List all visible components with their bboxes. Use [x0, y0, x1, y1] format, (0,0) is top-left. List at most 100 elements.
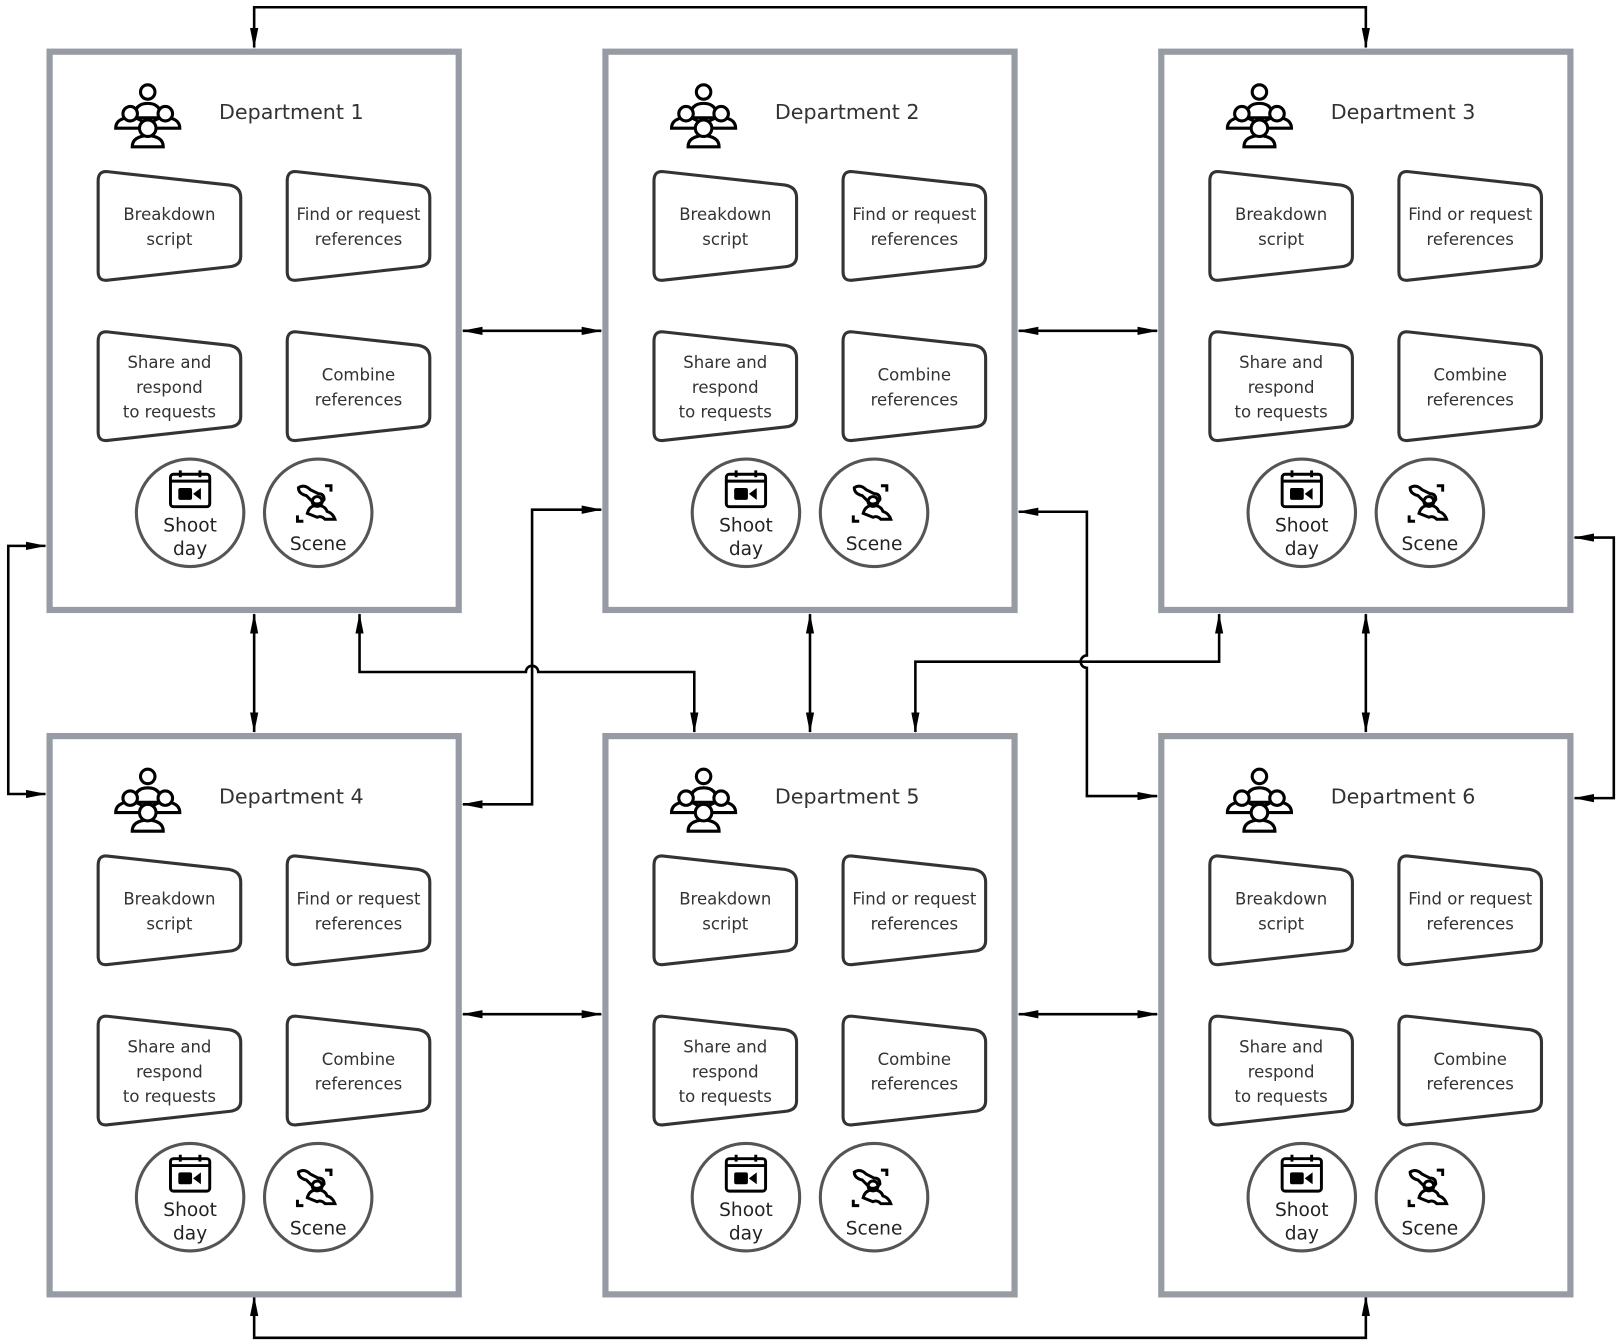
task-label: references — [871, 1075, 958, 1094]
task-label: respond — [136, 1062, 203, 1081]
task-shape — [1397, 330, 1544, 443]
badge-label: Shoot — [719, 1200, 773, 1221]
task-node[interactable]: Combine references — [1397, 330, 1544, 443]
task-label: respond — [692, 1062, 759, 1081]
badge-label: Shoot — [1275, 1200, 1329, 1221]
department-title: Department 4 — [219, 784, 364, 808]
badge-label: day — [1285, 539, 1319, 560]
shoot-day-badge[interactable]: Shoot day — [134, 457, 246, 569]
task-label: script — [146, 914, 193, 933]
task-node[interactable]: Share and respond to requests — [96, 330, 243, 443]
task-label: Share and — [683, 353, 767, 372]
bidirectional-arrow — [6, 541, 47, 799]
task-label: Breakdown — [679, 890, 771, 909]
task-node[interactable]: Breakdown script — [96, 169, 243, 282]
scene-badge[interactable]: Scene — [1374, 457, 1486, 569]
task-node[interactable]: Breakdown script — [652, 854, 799, 967]
task-node[interactable]: Find or request references — [1397, 169, 1544, 282]
task-label: Share and — [683, 1037, 767, 1056]
task-shape — [841, 1014, 988, 1127]
task-node[interactable]: Breakdown script — [1208, 169, 1354, 282]
calendar-video-icon — [724, 1153, 768, 1193]
scene-badge[interactable]: Scene — [262, 457, 374, 569]
department-box: Department 4 Breakdown script Find or reque… — [46, 732, 462, 1298]
scene-badge[interactable]: Scene — [1374, 1141, 1486, 1253]
task-shape — [1208, 854, 1354, 967]
task-label: Combine — [322, 1050, 395, 1069]
scene-badge[interactable]: Scene — [818, 1141, 930, 1253]
shoot-day-badge[interactable]: Shoot day — [690, 457, 802, 569]
task-node[interactable]: Share and respond to requests — [652, 330, 799, 443]
calendar-video-icon — [1280, 1153, 1323, 1193]
task-shape — [841, 854, 988, 967]
task-shape — [285, 854, 432, 967]
task-label: references — [315, 1075, 402, 1094]
task-label: to requests — [1235, 1087, 1328, 1106]
task-node[interactable]: Combine references — [841, 330, 988, 443]
task-label: references — [1426, 1075, 1513, 1094]
badge-label: Scene — [1402, 534, 1459, 555]
task-label: references — [315, 914, 402, 933]
badge-label: Scene — [846, 1218, 903, 1239]
task-label: Breakdown — [123, 205, 215, 224]
task-label: script — [702, 914, 749, 933]
task-node[interactable]: Combine references — [1397, 1014, 1544, 1127]
task-label: references — [1426, 230, 1513, 249]
department-box: Department 6 Breakdown script Find or reque… — [1158, 732, 1574, 1298]
task-label: Share and — [127, 353, 211, 372]
department-title: Department 5 — [775, 784, 920, 808]
task-node[interactable]: Share and respond to requests — [652, 1014, 799, 1127]
task-label: Find or request — [852, 205, 976, 224]
task-node[interactable]: Share and respond to requests — [1208, 330, 1354, 443]
task-node[interactable]: Find or request references — [285, 854, 432, 967]
shoot-day-badge[interactable]: Shoot day — [690, 1141, 802, 1253]
task-node[interactable]: Find or request references — [285, 169, 432, 282]
task-shape — [1208, 169, 1354, 282]
task-shape — [96, 854, 243, 967]
scene-badge[interactable]: Scene — [818, 457, 930, 569]
task-node[interactable]: Find or request references — [841, 169, 988, 282]
scene-badge[interactable]: Scene — [262, 1141, 374, 1253]
task-node[interactable]: Share and respond to requests — [1208, 1014, 1354, 1127]
badge-label: Shoot — [719, 515, 773, 536]
bidirectional-arrow — [250, 5, 1370, 49]
department-box: Department 2 Breakdown script Find or reque… — [602, 48, 1018, 614]
task-node[interactable]: Find or request references — [841, 854, 988, 967]
task-node[interactable]: Combine references — [285, 330, 432, 443]
task-label: references — [315, 390, 402, 409]
calendar-video-icon — [724, 469, 768, 509]
task-node[interactable]: Share and respond to requests — [96, 1014, 243, 1127]
task-node[interactable]: Find or request references — [1397, 854, 1544, 967]
task-label: Breakdown — [123, 890, 215, 909]
task-node[interactable]: Combine references — [285, 1014, 432, 1127]
task-label: respond — [692, 378, 759, 397]
bidirectional-arrow — [911, 613, 1224, 733]
shoot-day-badge[interactable]: Shoot day — [1246, 457, 1358, 569]
bidirectional-arrow — [1017, 507, 1159, 801]
task-label: Combine — [878, 1050, 951, 1069]
task-shape — [285, 169, 432, 282]
task-shape — [1397, 854, 1544, 967]
badge-label: Scene — [290, 534, 347, 555]
task-node[interactable]: Breakdown script — [96, 854, 243, 967]
badge-label: Scene — [846, 534, 903, 555]
department-box: Department 3 Breakdown script Find or reque… — [1158, 48, 1574, 614]
badge-label: day — [173, 539, 207, 560]
bidirectional-arrow — [1573, 533, 1616, 803]
task-label: references — [871, 914, 958, 933]
task-label: references — [871, 230, 958, 249]
shoot-day-badge[interactable]: Shoot day — [1246, 1141, 1358, 1253]
task-label: references — [1426, 390, 1513, 409]
task-label: Breakdown — [679, 205, 771, 224]
shoot-day-badge[interactable]: Shoot day — [134, 1141, 246, 1253]
task-node[interactable]: Breakdown script — [1208, 854, 1354, 967]
department-box: Department 5 Breakdown script Find or reque… — [602, 732, 1018, 1298]
task-shape — [841, 330, 988, 443]
task-node[interactable]: Combine references — [841, 1014, 988, 1127]
task-label: script — [702, 230, 749, 249]
badge-label: Shoot — [1275, 515, 1329, 536]
task-shape — [1397, 169, 1544, 282]
task-shape — [285, 1014, 432, 1127]
task-label: Combine — [322, 365, 395, 384]
task-node[interactable]: Breakdown script — [652, 169, 799, 282]
